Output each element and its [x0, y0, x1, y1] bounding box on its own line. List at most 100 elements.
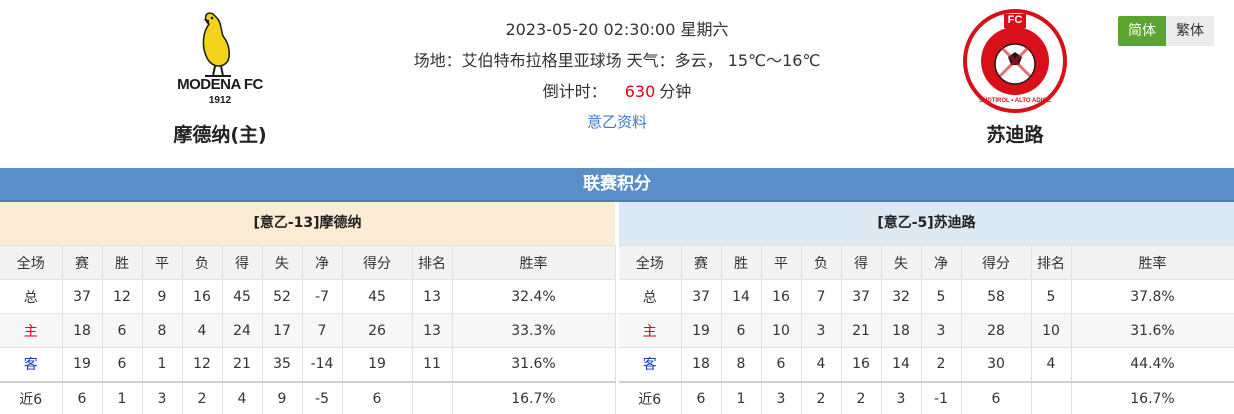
traditional-chinese-button[interactable]: 繁体 — [1166, 16, 1214, 46]
table-cell: 37.8% — [1070, 279, 1234, 314]
table-cell: 17 — [261, 313, 303, 348]
table-cell: 3 — [880, 380, 922, 414]
table-cell: 4 — [221, 380, 263, 414]
table-cell: 7 — [301, 313, 343, 348]
table-cell: 18 — [880, 313, 922, 348]
table-row: 近6 6 1 3 2 2 3 -1 6 16.7% — [619, 380, 1234, 414]
match-info: 2023-05-20 02:30:00 星期六 场地：艾伯特布拉格里亚球场 天气… — [367, 14, 867, 138]
home-standing-table: 全场赛胜平负得失净得分 排名 胜率总 37 12 9 16 45 52 -7 45 13 32.4% 主 1… — [0, 245, 616, 414]
table-cell: 8 — [720, 347, 762, 382]
column-header: 平 — [141, 245, 183, 280]
table-cell: 31.6% — [451, 347, 616, 382]
column-header: 净 — [301, 245, 343, 280]
table-cell: 5 — [920, 279, 962, 314]
column-header: 负 — [800, 245, 842, 280]
logo-year: 1912 — [208, 95, 232, 106]
table-cell: -7 — [301, 279, 343, 314]
column-header: 得分 — [960, 245, 1032, 280]
table-cell: 18 — [61, 313, 103, 348]
table-cell: 52 — [261, 279, 303, 314]
table-row: 主 18 6 8 4 24 17 7 26 13 33.3% — [0, 313, 616, 348]
table-cell: 32 — [880, 279, 922, 314]
row-label: 总 — [0, 279, 63, 314]
table-cell: 45 — [221, 279, 263, 314]
table-cell — [1030, 380, 1072, 414]
table-cell: 16 — [760, 279, 802, 314]
table-cell: 2 — [800, 380, 842, 414]
league-info-link[interactable]: 意乙资料 — [367, 107, 867, 138]
table-row: 客 18 8 6 4 16 14 2 30 4 44.4% — [619, 347, 1234, 382]
table-cell: 6 — [960, 380, 1032, 414]
table-cell: 32.4% — [451, 279, 616, 314]
row-label: 主 — [0, 313, 63, 348]
table-cell: -14 — [301, 347, 343, 382]
row-label: 总 — [619, 279, 682, 314]
table-row: 总 37 14 16 7 37 32 5 58 5 37.8% — [619, 279, 1234, 314]
table-cell: 6 — [680, 380, 722, 414]
away-team: FC SÜDTIROL • ALTO ADIGE 苏迪路 — [915, 6, 1115, 147]
table-cell: -5 — [301, 380, 343, 414]
simplified-chinese-button[interactable]: 简体 — [1118, 16, 1166, 46]
column-header: 赛 — [680, 245, 722, 280]
column-header: 全场 — [0, 245, 63, 280]
table-cell: 6 — [720, 313, 762, 348]
table-header-row: 全场赛胜平负得失净得分 排名 胜率 — [619, 245, 1234, 280]
countdown-value: 630 — [624, 82, 656, 101]
column-header: 得 — [840, 245, 882, 280]
table-cell: -1 — [920, 380, 962, 414]
table-cell: 12 — [101, 279, 143, 314]
table-cell: 26 — [341, 313, 413, 348]
table-cell: 7 — [800, 279, 842, 314]
row-label: 近6 — [619, 380, 682, 414]
table-cell: 3 — [760, 380, 802, 414]
table-cell: 21 — [221, 347, 263, 382]
table-row: 近6 6 1 3 2 4 9 -5 6 16.7% — [0, 380, 616, 414]
table-cell: 12 — [181, 347, 223, 382]
table-cell: 45 — [341, 279, 413, 314]
table-cell: 16.7% — [451, 380, 616, 414]
table-header-row: 全场赛胜平负得失净得分 排名 胜率 — [0, 245, 616, 280]
table-cell: 19 — [341, 347, 413, 382]
column-header: 排名 — [411, 245, 453, 280]
away-standing-panel: [意乙-5]苏迪路 全场赛胜平负得失净得分 排名 胜率总 37 14 16 7 37 32 5 58… — [619, 202, 1234, 414]
column-header: 得 — [221, 245, 263, 280]
table-cell: 13 — [411, 279, 453, 314]
table-cell: 6 — [101, 347, 143, 382]
logo-text: MODENA FC — [177, 76, 263, 93]
table-cell: 6 — [101, 313, 143, 348]
table-cell: 2 — [920, 347, 962, 382]
table-cell: 31.6% — [1070, 313, 1234, 348]
table-cell: 6 — [341, 380, 413, 414]
table-cell: 28 — [960, 313, 1032, 348]
table-cell: 16.7% — [1070, 380, 1234, 414]
column-header: 失 — [880, 245, 922, 280]
table-cell: 10 — [1030, 313, 1072, 348]
away-standing-title: [意乙-5]苏迪路 — [619, 202, 1234, 245]
column-header: 失 — [261, 245, 303, 280]
column-header: 平 — [760, 245, 802, 280]
table-cell: 5 — [1030, 279, 1072, 314]
match-venue-weather: 场地：艾伯特布拉格里亚球场 天气：多云， 15℃～16℃ — [413, 51, 821, 70]
column-header: 胜 — [101, 245, 143, 280]
countdown: 倒计时： 630 分钟 — [367, 76, 867, 107]
table-cell: 13 — [411, 313, 453, 348]
table-cell: 3 — [141, 380, 183, 414]
home-team-name: 摩德纳(主) — [173, 124, 267, 146]
modena-logo: MODENA FC 1912 — [165, 6, 275, 116]
table-cell: 2 — [181, 380, 223, 414]
table-cell: 35 — [261, 347, 303, 382]
column-header: 胜 — [720, 245, 762, 280]
table-cell: 37 — [840, 279, 882, 314]
table-cell: 1 — [720, 380, 762, 414]
table-cell: 8 — [141, 313, 183, 348]
row-label: 客 — [0, 347, 63, 382]
table-cell: 14 — [880, 347, 922, 382]
countdown-label: 倒计时： — [542, 82, 607, 101]
column-header: 全场 — [619, 245, 682, 280]
column-header: 胜率 — [451, 245, 616, 280]
table-cell: 9 — [261, 380, 303, 414]
table-cell: 21 — [840, 313, 882, 348]
table-cell: 4 — [1030, 347, 1072, 382]
table-cell: 19 — [680, 313, 722, 348]
table-cell: 33.3% — [451, 313, 616, 348]
